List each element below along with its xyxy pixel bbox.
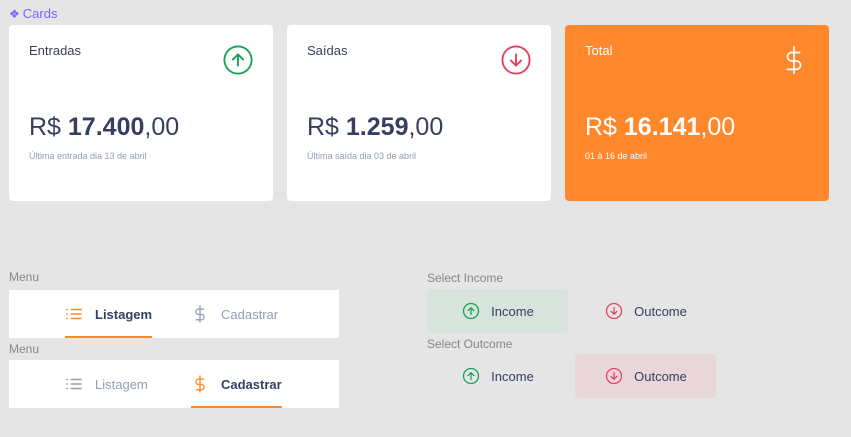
menu-item-listagem[interactable]: Listagem: [65, 360, 148, 408]
dollar-sign-icon: [195, 305, 205, 323]
section-label-text: Cards: [22, 6, 58, 21]
arrow-up-circle-icon: [463, 367, 480, 385]
list-icon: [66, 308, 82, 320]
arrow-down-circle-icon: [501, 45, 531, 75]
outcome-card: Saídas R$ 1.259,00 Última saída dia 03 d…: [287, 25, 551, 201]
arrow-down-circle-icon: [606, 302, 623, 320]
income-option[interactable]: Income: [427, 289, 568, 333]
menu-label: Menu: [9, 342, 40, 356]
dollar-sign-icon: [786, 46, 802, 74]
menu-item-cadastrar[interactable]: Cadastrar: [191, 360, 282, 408]
arrow-up-circle-icon: [463, 302, 480, 320]
select-label: Select Outcome: [427, 337, 513, 351]
card-title: Entradas: [29, 43, 82, 58]
menu-item-listagem[interactable]: Listagem: [65, 290, 153, 338]
diamond-icon: ❖: [9, 6, 20, 21]
income-card: Entradas R$ 17.400,00 Última entrada dia…: [9, 25, 273, 201]
list-icon: [66, 378, 82, 390]
card-subtitle: 01 à 16 de abril: [585, 151, 648, 161]
arrow-down-circle-icon: [606, 367, 623, 385]
card-amount: R$ 16.141,00: [585, 113, 736, 141]
dollar-sign-icon: [195, 375, 205, 393]
select-label: Select Income: [427, 271, 504, 285]
active-underline: [191, 406, 282, 408]
active-underline: [65, 336, 153, 338]
card-subtitle: Última saída dia 03 de abril: [307, 151, 417, 161]
card-subtitle: Última entrada dia 13 de abril: [29, 151, 147, 161]
card-amount: R$ 1.259,00: [307, 113, 444, 141]
card-title: Total: [585, 43, 613, 58]
total-card: Total R$ 16.141,00 01 à 16 de abril: [565, 25, 829, 201]
arrow-up-circle-icon: [223, 45, 253, 75]
menu-item-cadastrar[interactable]: Cadastrar: [191, 290, 278, 338]
menu-listagem-active: Listagem Cadastrar: [9, 290, 339, 338]
outcome-option[interactable]: Outcome: [575, 289, 716, 333]
income-option[interactable]: Income: [427, 354, 568, 398]
card-amount: R$ 17.400,00: [29, 113, 180, 141]
card-title: Saídas: [307, 43, 348, 58]
menu-cadastrar-active: Listagem Cadastrar: [9, 360, 339, 408]
menu-label: Menu: [9, 270, 40, 284]
outcome-option[interactable]: Outcome: [575, 354, 716, 398]
section-label: ❖ Cards: [9, 6, 57, 21]
